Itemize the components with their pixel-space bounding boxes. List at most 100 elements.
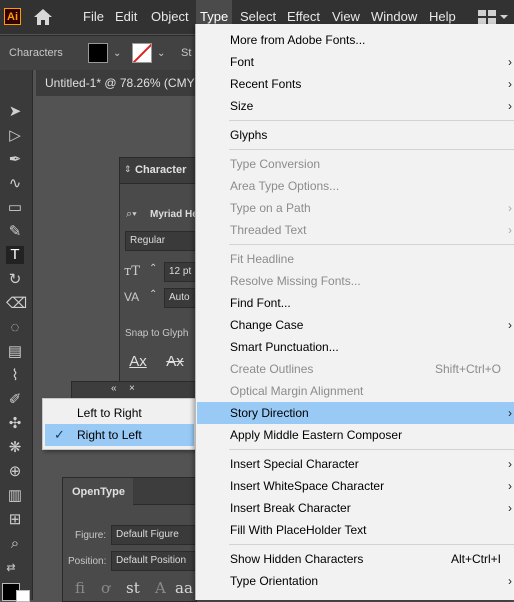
pen-tool-icon[interactable]: ✒: [6, 151, 24, 169]
selection-tool-icon[interactable]: ➤: [6, 103, 24, 121]
pencil-tool-icon[interactable]: ✐: [6, 391, 24, 409]
opentype-tab[interactable]: OpenType: [63, 478, 134, 505]
menu-item-story-direction[interactable]: Story Direction ›: [197, 402, 514, 424]
position-select[interactable]: Default Position: [111, 551, 196, 571]
submenu-arrow-icon: ›: [508, 406, 512, 420]
tracking-icon: VA: [124, 290, 140, 304]
font-search-icon[interactable]: ⌕▾: [126, 208, 137, 221]
lasso-tool-icon[interactable]: ◌: [6, 319, 24, 337]
stylistic-alternates-glyph-button[interactable]: aa: [175, 579, 193, 597]
tracking-field[interactable]: Auto: [164, 288, 196, 308]
ligature-glyph-button[interactable]: fi: [75, 579, 85, 597]
menu-separator: [229, 544, 514, 545]
characters-panel-link[interactable]: Characters: [9, 47, 63, 59]
menu-item-show-hidden-characters[interactable]: Show Hidden Characters Alt+Ctrl+I: [197, 548, 514, 570]
direct-selection-tool-icon[interactable]: ▷: [6, 127, 24, 145]
type-tool-icon[interactable]: T: [6, 246, 24, 264]
menu-object[interactable]: Object: [151, 0, 189, 34]
stroke-swatch[interactable]: [132, 43, 152, 63]
submenu-arrow-icon: ›: [508, 479, 512, 493]
document-tab[interactable]: Untitled-1* @ 78.26% (CMYK: [36, 70, 203, 96]
submenu-arrow-icon: ›: [508, 318, 512, 332]
stroke-color-box[interactable]: [16, 590, 30, 602]
snap-glyph-button-1[interactable]: Ax: [127, 351, 149, 373]
menu-item-font[interactable]: Font ›: [197, 51, 514, 73]
stroke-dropdown-icon[interactable]: ⌄: [157, 48, 165, 59]
menu-item-recent-fonts[interactable]: Recent Fonts ›: [197, 73, 514, 95]
gradient-tool-icon[interactable]: ▤: [6, 343, 24, 361]
paintbrush-tool-icon[interactable]: ✎: [6, 223, 24, 241]
close-panel-icon[interactable]: ×: [129, 383, 135, 394]
menu-item-create-outlines: Create Outlines Shift+Ctrl+O: [197, 358, 514, 380]
font-size-field[interactable]: 12 pt: [164, 262, 196, 282]
menu-file[interactable]: File: [83, 0, 104, 34]
eraser-tool-icon[interactable]: ⌫: [6, 295, 27, 313]
menu-item-threaded-text: Threaded Text ›: [197, 219, 514, 241]
opentype-tab-title: OpenType: [72, 486, 125, 498]
swash-glyph-button[interactable]: A: [155, 579, 166, 597]
menu-item-area-type-options: Area Type Options...: [230, 179, 340, 193]
menu-edit[interactable]: Edit: [115, 0, 137, 34]
menu-separator: [229, 120, 514, 121]
discretionary-ligature-glyph-button[interactable]: st: [126, 579, 140, 597]
menu-item-type-orientation[interactable]: Type Orientation ›: [197, 570, 514, 592]
fill-dropdown-icon[interactable]: ⌄: [113, 48, 121, 59]
shortcut-show-hidden-characters: Alt+Ctrl+I: [450, 552, 501, 566]
menu-item-more-from-adobe-fonts[interactable]: More from Adobe Fonts...: [197, 29, 514, 51]
checkmark-icon: ✓: [54, 427, 65, 442]
artboard-tool-icon[interactable]: ⊞: [6, 511, 24, 529]
left-to-right-item[interactable]: Left to Right: [45, 402, 194, 424]
tools-panel: ➤ ▷ ✒ ∿ ▭ ✎ T ↻ ⌫ ◌ ▤ ⌇ ✐ ✣ ❋ ⊕ ▥ ⊞ ⌕ ⇄: [0, 70, 33, 602]
curvature-tool-icon[interactable]: ∿: [6, 175, 24, 193]
shape-builder-tool-icon[interactable]: ⊕: [6, 463, 24, 481]
document-tab-title: Untitled-1* @ 78.26% (CMYK: [45, 76, 203, 90]
symbol-sprayer-tool-icon[interactable]: ❋: [6, 439, 24, 457]
submenu-arrow-icon: ›: [508, 77, 512, 91]
font-size-icon: тT: [124, 264, 140, 279]
contextual-alternates-glyph-button[interactable]: ơ: [101, 579, 110, 597]
collapse-panel-icon[interactable]: «: [111, 383, 117, 394]
menu-item-fit-headline: Fit Headline: [230, 252, 295, 266]
right-to-left-item[interactable]: ✓ Right to Left: [45, 424, 194, 446]
font-style-field[interactable]: Regular: [125, 231, 196, 251]
menu-item-change-case[interactable]: Change Case ›: [197, 314, 514, 336]
figure-select[interactable]: Default Figure: [111, 525, 196, 545]
swap-colors-icon[interactable]: ⇄: [2, 559, 20, 577]
menu-item-insert-break-character[interactable]: Insert Break Character ›: [197, 497, 514, 519]
puppet-warp-tool-icon[interactable]: ✣: [6, 415, 24, 433]
shortcut-create-outlines: Shift+Ctrl+O: [434, 362, 501, 376]
submenu-arrow-icon: ›: [508, 201, 512, 215]
character-panel-header[interactable]: ⇕ Character: [120, 158, 196, 184]
zoom-tool-icon[interactable]: ⌕: [6, 535, 24, 553]
stroke-label[interactable]: St: [181, 47, 191, 59]
rectangle-tool-icon[interactable]: ▭: [6, 199, 24, 217]
eyedropper-tool-icon[interactable]: ⌇: [6, 367, 24, 385]
menu-separator: [229, 149, 514, 150]
home-icon[interactable]: [33, 8, 53, 26]
font-family-field[interactable]: Myriad He: [146, 206, 196, 226]
menu-item-type-conversion: Type Conversion: [230, 157, 321, 171]
rotate-tool-icon[interactable]: ↻: [6, 271, 24, 289]
right-to-left-label: Right to Left: [77, 428, 142, 442]
column-graph-tool-icon[interactable]: ▥: [6, 487, 24, 505]
workspace-switcher-icon[interactable]: [478, 10, 508, 24]
position-label: Position:: [68, 556, 107, 567]
story-direction-submenu: Left to Right ✓ Right to Left: [42, 398, 198, 450]
menu-item-find-font[interactable]: Find Font...: [197, 292, 514, 314]
snap-glyph-button-2[interactable]: Ax: [164, 351, 186, 373]
menu-item-optical-margin-alignment: Optical Margin Alignment: [230, 384, 364, 398]
menu-item-smart-punctuation[interactable]: Smart Punctuation...: [197, 336, 514, 358]
menu-item-apply-middle-eastern-composer[interactable]: Apply Middle Eastern Composer: [197, 424, 514, 446]
menu-item-insert-special-character[interactable]: Insert Special Character ›: [197, 453, 514, 475]
menu-item-insert-whitespace-character[interactable]: Insert WhiteSpace Character ›: [197, 475, 514, 497]
menu-item-glyphs[interactable]: Glyphs: [197, 124, 514, 146]
tracking-stepper[interactable]: ⌃: [149, 289, 157, 300]
menu-item-size[interactable]: Size ›: [197, 95, 514, 117]
submenu-arrow-icon: ›: [508, 223, 512, 237]
submenu-arrow-icon: ›: [508, 574, 512, 588]
fill-swatch[interactable]: [88, 43, 108, 63]
panel-collapse-arrows-icon[interactable]: ⇕: [124, 164, 132, 175]
menu-item-fill-with-placeholder-text[interactable]: Fill With PlaceHolder Text: [197, 519, 514, 541]
font-size-stepper[interactable]: ⌃: [149, 263, 157, 274]
submenu-arrow-icon: ›: [508, 55, 512, 69]
